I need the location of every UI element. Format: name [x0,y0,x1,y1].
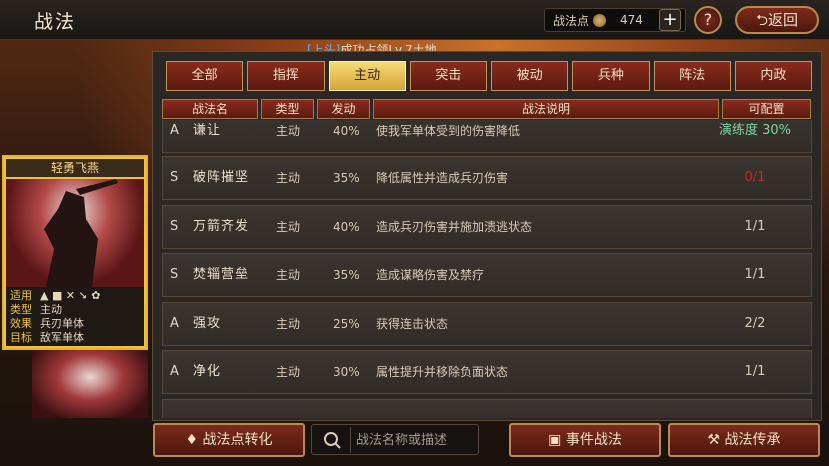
tactic-desc: 获得连击状态 [376,317,449,331]
tactic-name: 焚辎营垒 [193,267,250,282]
tactic-name: 谦让 [193,123,222,138]
tactic-config: 演练度 30% [718,123,792,138]
tactic-config: 1/1 [744,267,766,282]
tactic-config: 1/1 [744,364,766,379]
tactics-list: A 谦让 主动 40% 使我军单体受到的伤害降低 演练度 30% S 破阵摧坚 … [162,120,812,418]
hero-portrait-background [32,350,148,418]
tab-formation[interactable]: 阵法 [653,61,731,91]
convert-points-button[interactable]: ♦ 战法点转化 [153,423,305,457]
table-row[interactable]: S 万箭齐发 主动 40% 造成兵刃伤害并施加溃逃状态 1/1 [162,205,812,249]
effect-label: 效果 [10,317,32,330]
grade: S [170,219,179,234]
card-art [6,179,144,287]
tactic-name: 万箭齐发 [193,219,250,234]
effect-value: 兵刃单体 [40,317,84,330]
tab-troop[interactable]: 兵种 [572,61,650,91]
search-icon[interactable] [315,427,351,453]
grade: S [170,170,179,185]
tactic-type: 主动 [276,220,301,234]
tactic-name: 破阵摧坚 [193,170,250,185]
tactic-type: 主动 [276,317,301,331]
tactic-config: 2/2 [744,316,766,331]
tactic-config: 0/1 [744,170,766,185]
coin-icon [593,13,607,27]
tab-all[interactable]: 全部 [166,61,244,91]
target-label: 目标 [10,331,32,344]
inherit-tactics-button[interactable]: ⚒ 战法传承 [668,423,820,457]
tab-passive[interactable]: 被动 [491,61,569,91]
grade: A [170,123,179,138]
points-value: 474 [620,13,643,27]
type-label: 类型 [10,303,32,316]
target-value: 敌军单体 [40,331,84,344]
tactic-rate: 25% [333,317,360,331]
tactic-rate: 35% [333,268,360,282]
tactic-type: 主动 [276,124,301,138]
tactic-desc: 造成谋略伤害及禁疗 [376,268,485,282]
tactic-name: 净化 [193,364,222,379]
col-desc: 战法说明 [373,99,719,119]
top-bar: 战法 战法点 474 + ? ⮌返回 [0,0,829,40]
tactic-rate: 40% [333,220,360,234]
table-row[interactable]: A 强攻 主动 25% 获得连击状态 2/2 [162,302,812,346]
event-tactics-button[interactable]: ▣ 事件战法 [509,423,661,457]
tactic-desc: 造成兵刃伤害并施加溃逃状态 [376,220,533,234]
search-box[interactable] [311,424,479,455]
search-input[interactable] [356,429,476,451]
event-label: 事件战法 [565,432,622,448]
back-button[interactable]: ⮌返回 [735,6,819,34]
tab-assault[interactable]: 突击 [409,61,487,91]
col-config: 可配置 [722,99,811,119]
col-name: 战法名 [162,99,258,119]
warrior-silhouette-icon [44,179,118,287]
tactic-desc: 属性提升并移除负面状态 [376,365,509,379]
card-title: 轻勇飞燕 [6,159,144,177]
tactic-type: 主动 [276,365,301,379]
inherit-label: 战法传承 [724,432,781,448]
type-value: 主动 [40,303,62,316]
tactic-type: 主动 [276,268,301,282]
tactic-desc: 使我军单体受到的伤害降低 [376,124,521,138]
tactic-config: 1/1 [744,219,766,234]
grade: A [170,364,179,379]
page-title: 战法 [34,11,77,33]
points-label: 战法点 [553,13,590,28]
troop-icons: ▲ ■ ✕ ➘ ✿ [40,289,101,302]
grade: S [170,267,179,282]
fire-icon: ♦ [185,432,199,448]
back-label: 返回 [768,11,799,29]
tactic-rate: 40% [333,124,360,138]
tactic-name: 强攻 [193,316,222,331]
back-arrow-icon: ⮌ [755,11,768,29]
apply-label: 适用 [10,289,32,302]
convert-label: 战法点转化 [202,432,273,448]
table-row[interactable]: S 焚辎营垒 主动 35% 造成谋略伤害及禁疗 1/1 [162,253,812,297]
table-row[interactable]: A 净化 主动 30% 属性提升并移除负面状态 1/1 [162,350,812,394]
tab-active[interactable]: 主动 [328,61,406,91]
add-points-button[interactable]: + [659,9,681,31]
col-rate: 发动 [317,99,370,119]
table-row[interactable]: S 破阵摧坚 主动 35% 降低属性并造成兵刃伤害 0/1 [162,156,812,200]
tactic-rate: 30% [333,365,360,379]
hammer-icon: ⚒ [707,432,721,448]
table-header: 战法名 类型 发动 战法说明 可配置 [162,99,812,119]
col-type: 类型 [261,99,314,119]
tab-command[interactable]: 指挥 [247,61,325,91]
tactic-type: 主动 [276,171,301,185]
table-row[interactable]: A 谦让 主动 40% 使我军单体受到的伤害降低 演练度 30% [162,120,812,153]
tab-bar: 全部 指挥 主动 突击 被动 兵种 阵法 内政 [166,61,812,91]
scroll-icon: ▣ [548,432,562,448]
grade: A [170,316,179,331]
tactic-desc: 降低属性并造成兵刃伤害 [376,171,509,185]
tactic-card: 轻勇飞燕 适用 ▲ ■ ✕ ➘ ✿ 类型 主动 效果 兵刃单体 目标 敌军单体 [2,155,148,350]
help-button[interactable]: ? [694,6,722,34]
card-info: 适用 ▲ ■ ✕ ➘ ✿ 类型 主动 效果 兵刃单体 目标 敌军单体 [6,287,144,346]
table-row[interactable] [162,399,812,418]
tactic-rate: 35% [333,171,360,185]
tab-internal[interactable]: 内政 [734,61,812,91]
